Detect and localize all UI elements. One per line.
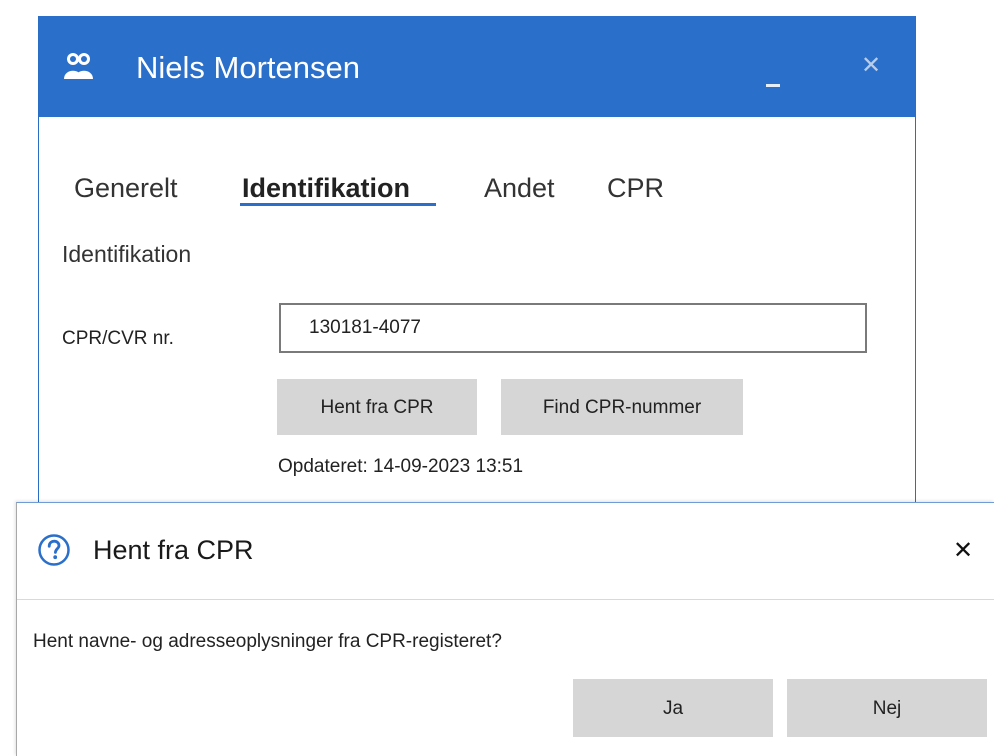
dialog-title: Hent fra CPR (93, 535, 254, 565)
tab-cpr[interactable]: CPR (607, 172, 664, 204)
fetch-from-cpr-button[interactable]: Hent fra CPR (277, 379, 477, 435)
title-bar[interactable]: Niels Mortensen ✕ (39, 16, 915, 117)
dialog-header: Hent fra CPR ✕ (17, 503, 994, 597)
close-button[interactable]: ✕ (851, 46, 891, 86)
updated-timestamp: Opdateret: 14-09-2023 13:51 (278, 456, 524, 477)
no-button[interactable]: Nej (787, 679, 987, 737)
section-heading: Identifikation (62, 241, 192, 267)
close-icon: ✕ (952, 537, 974, 564)
active-tab-indicator (240, 203, 436, 206)
tab-generelt[interactable]: Generelt (74, 172, 178, 204)
tab-identifikation[interactable]: Identifikation (242, 172, 410, 204)
minimize-button[interactable] (753, 60, 793, 100)
user-group-icon (64, 53, 93, 79)
close-icon: ✕ (860, 52, 882, 79)
screen: Niels Mortensen ✕ Generelt Identifikatio… (0, 0, 994, 756)
dialog-divider (17, 599, 994, 600)
cpr-field-label: CPR/CVR nr. (62, 328, 174, 349)
tab-bar: Generelt Identifikation Andet CPR (39, 117, 915, 227)
question-icon (38, 534, 70, 566)
window-title: Niels Mortensen (136, 50, 360, 85)
dialog-close-button[interactable]: ✕ (947, 535, 979, 567)
cpr-input[interactable] (279, 303, 867, 353)
minimize-icon (766, 84, 780, 87)
tab-andet[interactable]: Andet (484, 172, 555, 204)
yes-button[interactable]: Ja (573, 679, 773, 737)
find-cpr-number-button[interactable]: Find CPR-nummer (501, 379, 743, 435)
confirm-dialog: Hent fra CPR ✕ Hent navne- og adresseopl… (16, 502, 994, 756)
dialog-message: Hent navne- og adresseoplysninger fra CP… (33, 631, 502, 652)
